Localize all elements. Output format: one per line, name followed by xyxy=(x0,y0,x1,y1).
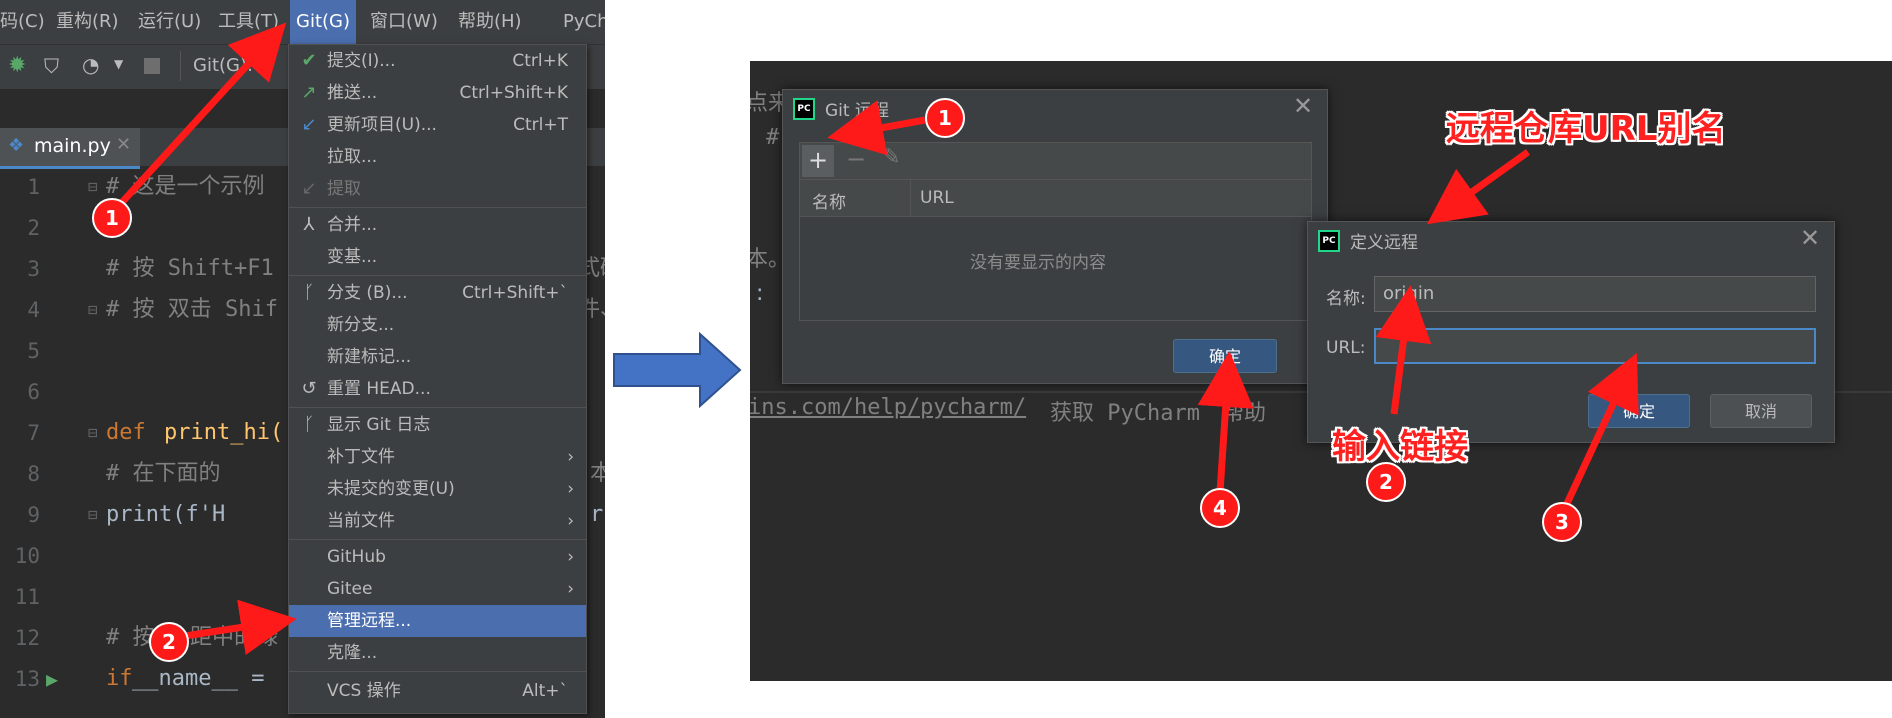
step-badge-right-4: 4 xyxy=(1200,488,1240,528)
arrow-to-name-field xyxy=(1426,149,1531,225)
annotation-alias-text: 远程仓库URL别名 xyxy=(1446,109,1726,149)
step-badge-right-2: 2 xyxy=(1366,462,1406,502)
arrow-to-url-field xyxy=(1375,285,1432,415)
step-badge-right-1: 1 xyxy=(925,98,965,138)
arrow-to-remotes-ok xyxy=(1197,351,1254,493)
arrow-to-add-button xyxy=(827,100,926,156)
arrow-to-define-ok xyxy=(1560,352,1639,512)
annotation-input-text: 输入链接 xyxy=(1332,427,1468,467)
step-badge-right-3: 3 xyxy=(1542,502,1582,542)
